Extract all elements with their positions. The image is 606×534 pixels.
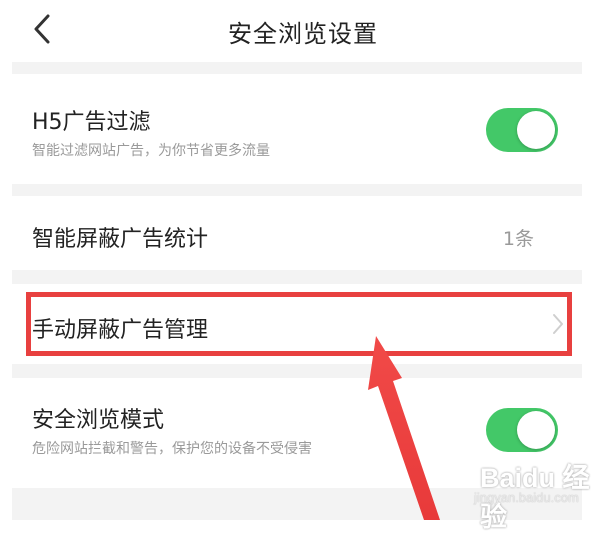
- safe-mode-toggle[interactable]: [486, 408, 558, 452]
- setting-ad-stats[interactable]: 智能屏蔽广告统计 1条: [12, 196, 582, 270]
- section-divider: [12, 184, 582, 196]
- safe-mode-subtitle: 危险网站拦截和警告，保护您的设备不受侵害: [32, 441, 312, 457]
- setting-safe-browsing: 安全浏览模式 危险网站拦截和警告，保护您的设备不受侵害: [12, 378, 582, 488]
- section-divider: [12, 62, 582, 74]
- ad-stats-value: 1条: [502, 228, 534, 250]
- page-title: 安全浏览设置: [228, 20, 378, 48]
- manual-block-title: 手动屏蔽广告管理: [32, 318, 209, 343]
- section-divider: [12, 364, 582, 378]
- app-header: 安全浏览设置: [0, 0, 606, 62]
- section-divider: [12, 270, 582, 284]
- setting-manual-block[interactable]: 手动屏蔽广告管理: [12, 284, 582, 364]
- h5-filter-subtitle: 智能过滤网站广告，为你节省更多流量: [32, 143, 270, 159]
- toggle-knob: [517, 111, 555, 149]
- setting-h5-ad-filter: H5广告过滤 智能过滤网站广告，为你节省更多流量: [12, 74, 582, 184]
- section-divider: [12, 488, 582, 520]
- safe-mode-title: 安全浏览模式: [32, 408, 165, 433]
- h5-filter-toggle[interactable]: [486, 108, 558, 152]
- chevron-right-icon: [553, 314, 563, 334]
- h5-filter-title: H5广告过滤: [32, 110, 151, 135]
- toggle-knob: [517, 411, 555, 449]
- ad-stats-title: 智能屏蔽广告统计: [32, 227, 209, 252]
